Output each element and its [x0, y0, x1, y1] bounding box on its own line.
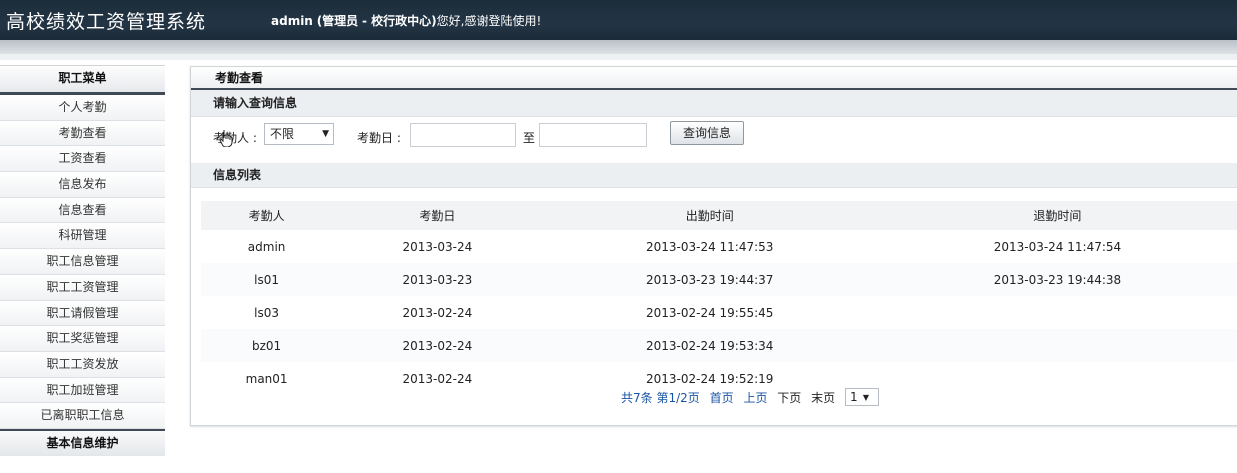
date-to-label: 至: [523, 131, 536, 145]
chevron-down-icon: ▼: [862, 393, 869, 402]
attendance-table: 考勤人 考勤日 出勤时间 退勤时间 admin 2013-03-24 2013-…: [201, 201, 1237, 395]
cell-checkout: 2013-03-23 19:44:38: [876, 263, 1237, 296]
table-row: ls01 2013-03-23 2013-03-23 19:44:37 2013…: [201, 263, 1237, 296]
column-header-person: 考勤人: [201, 201, 333, 230]
list-section-header: 信息列表: [191, 163, 1237, 188]
cell-date: 2013-02-24: [402, 305, 473, 320]
person-select[interactable]: 不限 ▼: [264, 123, 334, 145]
sidebar-item-overtime[interactable]: 职工加班管理: [0, 377, 165, 404]
page-select-value: 1: [849, 390, 858, 404]
cell-person: ls01: [201, 263, 333, 296]
sidebar-item-staff-info[interactable]: 职工信息管理: [0, 249, 165, 275]
cell-date: 2013-03-23: [332, 263, 543, 296]
sidebar-item-salary-payment[interactable]: 职工工资发放: [0, 351, 165, 378]
header-divider-light: [0, 54, 1237, 60]
sidebar-item-attendance-view[interactable]: 考勤查看: [0, 120, 165, 147]
sidebar-item-staff-salary[interactable]: 职工工资管理: [0, 274, 165, 301]
cell-person: man01: [245, 371, 288, 386]
user-role: (管理员: [316, 14, 359, 28]
search-button[interactable]: 查询信息: [670, 121, 745, 145]
table-row: admin 2013-03-24 2013-03-24 11:47:53 201…: [201, 230, 1237, 263]
person-select-value: 不限: [270, 127, 295, 141]
top-header: 高校绩效工资管理系统 admin (管理员 - 校行政中心)您好,感谢登陆使用!: [0, 0, 1237, 40]
sidebar-item-rewards[interactable]: 职工奖惩管理: [0, 326, 165, 352]
cell-checkin: 2013-03-23 19:44:37: [542, 263, 877, 296]
sidebar-heading: 职工菜单: [0, 65, 165, 95]
cell-checkin: 2013-02-24 19:53:34: [542, 329, 877, 362]
query-section-header: 请输入查询信息: [191, 90, 1237, 117]
cell-checkout: [877, 362, 1237, 395]
pager-last-link[interactable]: 末页: [811, 391, 835, 405]
cell-person: ls03: [254, 305, 280, 320]
cell-checkin: 2013-03-24 11:47:53: [645, 239, 774, 254]
query-form: 考勤人 : 不限 ▼ 考勤日 : 至 查询信息: [191, 117, 1237, 163]
header-divider: [0, 40, 1237, 54]
cell-checkout: [876, 329, 1237, 362]
sidebar-item-leave[interactable]: 职工请假管理: [0, 300, 165, 327]
sidebar-item-info-view[interactable]: 信息查看: [0, 197, 165, 224]
welcome-message: admin (管理员 - 校行政中心)您好,感谢登陆使用!: [271, 12, 541, 29]
date-label: 考勤日 :: [357, 131, 401, 145]
page-title: 考勤查看: [191, 67, 1237, 90]
sidebar-item-research[interactable]: 科研管理: [0, 223, 165, 250]
table-header-row: 考勤人 考勤日 出勤时间 退勤时间: [201, 201, 1237, 230]
chevron-down-icon: ▼: [322, 129, 329, 139]
sidebar-item-salary-view[interactable]: 工资查看: [0, 146, 165, 173]
column-header-checkout: 退勤时间: [876, 201, 1237, 230]
user-department: - 校行政中心): [362, 14, 437, 28]
sidebar-item-personal-attendance[interactable]: 个人考勤: [0, 95, 165, 121]
hand-cursor-icon: [219, 130, 233, 147]
date-from-input[interactable]: [410, 123, 516, 147]
cell-checkin: 2013-02-24 19:55:45: [645, 305, 774, 320]
cell-date: 2013-02-24: [402, 371, 473, 386]
table-row: ls03 2013-02-24 2013-02-24 19:55:45: [201, 296, 1237, 329]
cell-checkout: 2013-03-24 11:47:54: [993, 239, 1122, 254]
sidebar-item-publish-info[interactable]: 信息发布: [0, 172, 165, 198]
sidebar-item-resigned-staff[interactable]: 已离职职工信息: [0, 403, 165, 429]
column-header-checkin: 出勤时间: [542, 201, 877, 230]
cell-person: admin: [247, 239, 286, 254]
cell-date: 2013-02-24: [332, 329, 543, 362]
sidebar-footer-basic-info[interactable]: 基本信息维护: [0, 428, 165, 456]
sidebar: 职工菜单 个人考勤 考勤查看 工资查看 信息发布 信息查看 科研管理 职工信息管…: [0, 65, 165, 456]
main-panel: 考勤查看 请输入查询信息 考勤人 : 不限 ▼ 考勤日 : 至 查询信息 信息列…: [190, 66, 1237, 426]
cell-date: 2013-03-24: [402, 239, 473, 254]
app-title: 高校绩效工资管理系统: [6, 11, 207, 33]
column-header-date: 考勤日: [332, 201, 543, 230]
pager-next-link[interactable]: 下页: [777, 391, 801, 405]
pagination: 共7条 第1/2页 首页 上页 下页 末页 1 ▼: [621, 388, 885, 407]
current-user: admin: [271, 14, 313, 28]
pager-summary: 共7条 第1/2页: [621, 391, 700, 405]
cell-person: bz01: [201, 329, 333, 362]
pager-first-link[interactable]: 首页: [710, 391, 734, 405]
page-select[interactable]: 1 ▼: [844, 388, 879, 406]
greeting: 您好,感谢登陆使用!: [436, 14, 542, 28]
date-to-input[interactable]: [539, 123, 647, 147]
cell-checkout: [877, 296, 1237, 329]
pager-prev-link[interactable]: 上页: [743, 391, 767, 405]
table-row: bz01 2013-02-24 2013-02-24 19:53:34: [201, 329, 1237, 362]
